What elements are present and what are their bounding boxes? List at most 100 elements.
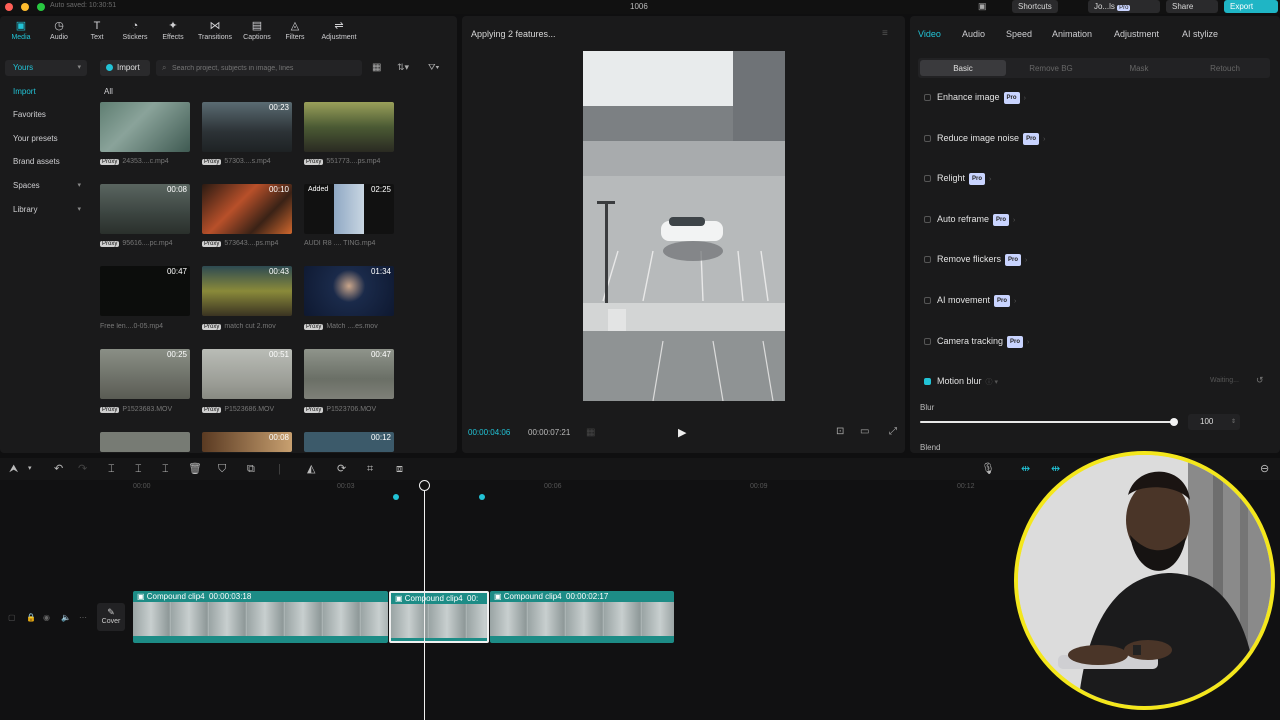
- checkbox[interactable]: [924, 216, 931, 223]
- zoom-fit-icon[interactable]: ⊖: [1260, 463, 1269, 475]
- tab-audio-props[interactable]: Audio: [962, 29, 985, 39]
- checkbox[interactable]: [924, 338, 931, 345]
- media-thumb[interactable]: 00:51: [202, 349, 292, 399]
- minimize-window-icon[interactable]: [21, 3, 29, 11]
- tab-animation[interactable]: Animation: [1052, 29, 1092, 39]
- segment-basic[interactable]: Basic: [920, 64, 1006, 73]
- sidebar-item-spaces[interactable]: Spaces ▾: [5, 178, 87, 194]
- feature-camera-tracking[interactable]: Camera tracking Pro ›: [924, 335, 1029, 348]
- stepper-icon[interactable]: ⇕: [1231, 414, 1236, 430]
- media-thumb[interactable]: 00:43: [202, 266, 292, 316]
- media-thumb[interactable]: [304, 102, 394, 152]
- track-visibility-icon[interactable]: ◉: [43, 613, 50, 622]
- playhead[interactable]: [424, 486, 425, 720]
- sidebar-item-library[interactable]: Library ▾: [5, 202, 87, 218]
- sidebar-item-favorites[interactable]: Favorites: [5, 107, 87, 123]
- feature-enhance-image[interactable]: Enhance image Pro ›: [924, 91, 1026, 104]
- feature-auto-reframe[interactable]: Auto reframe Pro ›: [924, 213, 1015, 226]
- select-tool-icon[interactable]: ⮝: [9, 463, 18, 475]
- feature-remove-flickers[interactable]: Remove flickers Pro ›: [924, 253, 1027, 266]
- keyframe-marker[interactable]: [479, 494, 485, 500]
- media-thumb[interactable]: [100, 432, 190, 452]
- track-lock-icon[interactable]: ▢: [8, 613, 16, 622]
- tab-stickers[interactable]: ◔ Stickers: [114, 20, 156, 41]
- delete-icon[interactable]: 🗑: [188, 463, 202, 475]
- menu-icon[interactable]: ≡: [882, 28, 888, 39]
- media-thumb[interactable]: 00:08: [202, 432, 292, 452]
- export-button[interactable]: Export: [1224, 0, 1278, 13]
- split-icon[interactable]: ⌶: [108, 463, 115, 475]
- media-thumb[interactable]: [100, 102, 190, 152]
- checkbox[interactable]: [924, 256, 931, 263]
- maximize-window-icon[interactable]: [37, 3, 45, 11]
- media-thumb[interactable]: 00:23: [202, 102, 292, 152]
- snapshot-icon[interactable]: ⊡: [836, 426, 844, 437]
- tab-adjustment[interactable]: ⇌ Adjustment: [316, 20, 362, 41]
- checkbox-checked[interactable]: [924, 378, 931, 385]
- split-right-icon[interactable]: ⌶: [162, 463, 169, 475]
- play-icon[interactable]: ▶: [678, 426, 686, 439]
- split-left-icon[interactable]: ⌶: [135, 463, 142, 475]
- sidebar-item-import[interactable]: Import: [5, 84, 87, 100]
- checkbox[interactable]: [924, 297, 931, 304]
- keyframe-marker[interactable]: [393, 494, 399, 500]
- tab-video[interactable]: Video: [918, 29, 941, 39]
- media-thumb[interactable]: 00:12: [304, 432, 394, 452]
- tab-audio[interactable]: ◷ Audio: [38, 20, 80, 41]
- blur-slider-track[interactable]: [920, 418, 1178, 426]
- tab-captions[interactable]: ▤ Captions: [236, 20, 278, 41]
- reset-icon[interactable]: ↺: [1256, 375, 1264, 386]
- microphone-icon[interactable]: 🎙: [981, 463, 995, 475]
- tab-adjustment-props[interactable]: Adjustment: [1114, 29, 1159, 39]
- grid-view-icon[interactable]: ▦: [372, 62, 381, 73]
- blur-value-stepper[interactable]: 100 ⇕: [1188, 414, 1240, 430]
- checkbox[interactable]: [924, 94, 931, 101]
- cover-button[interactable]: ✎ Cover: [97, 603, 125, 631]
- media-thumb[interactable]: 00:25: [100, 349, 190, 399]
- media-thumb[interactable]: 01:34: [304, 266, 394, 316]
- close-window-icon[interactable]: [5, 3, 13, 11]
- sidebar-item-your-presets[interactable]: Your presets: [5, 131, 87, 147]
- timeline-clip[interactable]: ▣ Compound clip4 00:00:03:18: [133, 591, 388, 643]
- shortcuts-button[interactable]: Shortcuts: [1012, 0, 1058, 13]
- undo-icon[interactable]: ↶: [54, 463, 63, 475]
- ratio-icon[interactable]: ▭: [860, 426, 869, 437]
- media-thumb[interactable]: 00:47: [100, 266, 190, 316]
- search-input[interactable]: [172, 62, 358, 74]
- checkbox[interactable]: [924, 135, 931, 142]
- tab-ai-stylize[interactable]: AI stylize: [1182, 29, 1218, 39]
- track-more-icon[interactable]: ⋯: [79, 613, 87, 622]
- chevron-down-icon[interactable]: ▾: [28, 463, 32, 475]
- timeline-clip[interactable]: ▣ Compound clip4 00:00:02:17: [490, 591, 674, 643]
- feature-reduce-image-noise[interactable]: Reduce image noise Pro ›: [924, 132, 1045, 145]
- media-thumb[interactable]: Added 02:25: [304, 184, 394, 234]
- media-thumb[interactable]: 00:10: [202, 184, 292, 234]
- tab-speed[interactable]: Speed: [1006, 29, 1032, 39]
- sort-icon[interactable]: ⇅▾: [397, 62, 409, 73]
- sidebar-item-brand-assets[interactable]: Brand assets: [5, 154, 87, 170]
- tab-text[interactable]: T Text: [76, 20, 118, 41]
- redo-icon[interactable]: ↷: [78, 463, 87, 475]
- media-search[interactable]: ⌕: [156, 60, 362, 76]
- marker-icon[interactable]: ⛉: [218, 463, 226, 475]
- magnet-icon[interactable]: ⇹: [1051, 463, 1060, 475]
- crop-icon[interactable]: ⌗: [367, 463, 373, 475]
- tab-transitions[interactable]: ⋈ Transitions: [194, 20, 236, 41]
- checkbox[interactable]: [924, 175, 931, 182]
- freeze-icon[interactable]: ⧉: [247, 463, 255, 475]
- track-audio-icon[interactable]: 🔈: [61, 613, 71, 622]
- tab-effects[interactable]: ✦ Effects: [152, 20, 194, 41]
- tab-media[interactable]: ▣ Media: [0, 20, 42, 41]
- segment-mask[interactable]: Mask: [1096, 64, 1182, 73]
- segment-retouch[interactable]: Retouch: [1182, 64, 1268, 73]
- share-button[interactable]: Share: [1166, 0, 1218, 13]
- timeline-clip-selected[interactable]: ▣ Compound clip4 00:: [389, 591, 489, 643]
- mirror-icon[interactable]: ◭: [307, 463, 315, 475]
- media-thumb[interactable]: 00:47: [304, 349, 394, 399]
- link-icon[interactable]: ⇹: [1021, 463, 1030, 475]
- feature-ai-movement[interactable]: AI movement Pro ›: [924, 294, 1016, 307]
- segment-remove-bg[interactable]: Remove BG: [1008, 64, 1094, 73]
- blur-slider-handle[interactable]: [1170, 418, 1178, 426]
- filter-icon[interactable]: ⛛▾: [428, 62, 439, 73]
- feature-motion-blur[interactable]: Motion blur ⓘ ▾: [924, 375, 998, 387]
